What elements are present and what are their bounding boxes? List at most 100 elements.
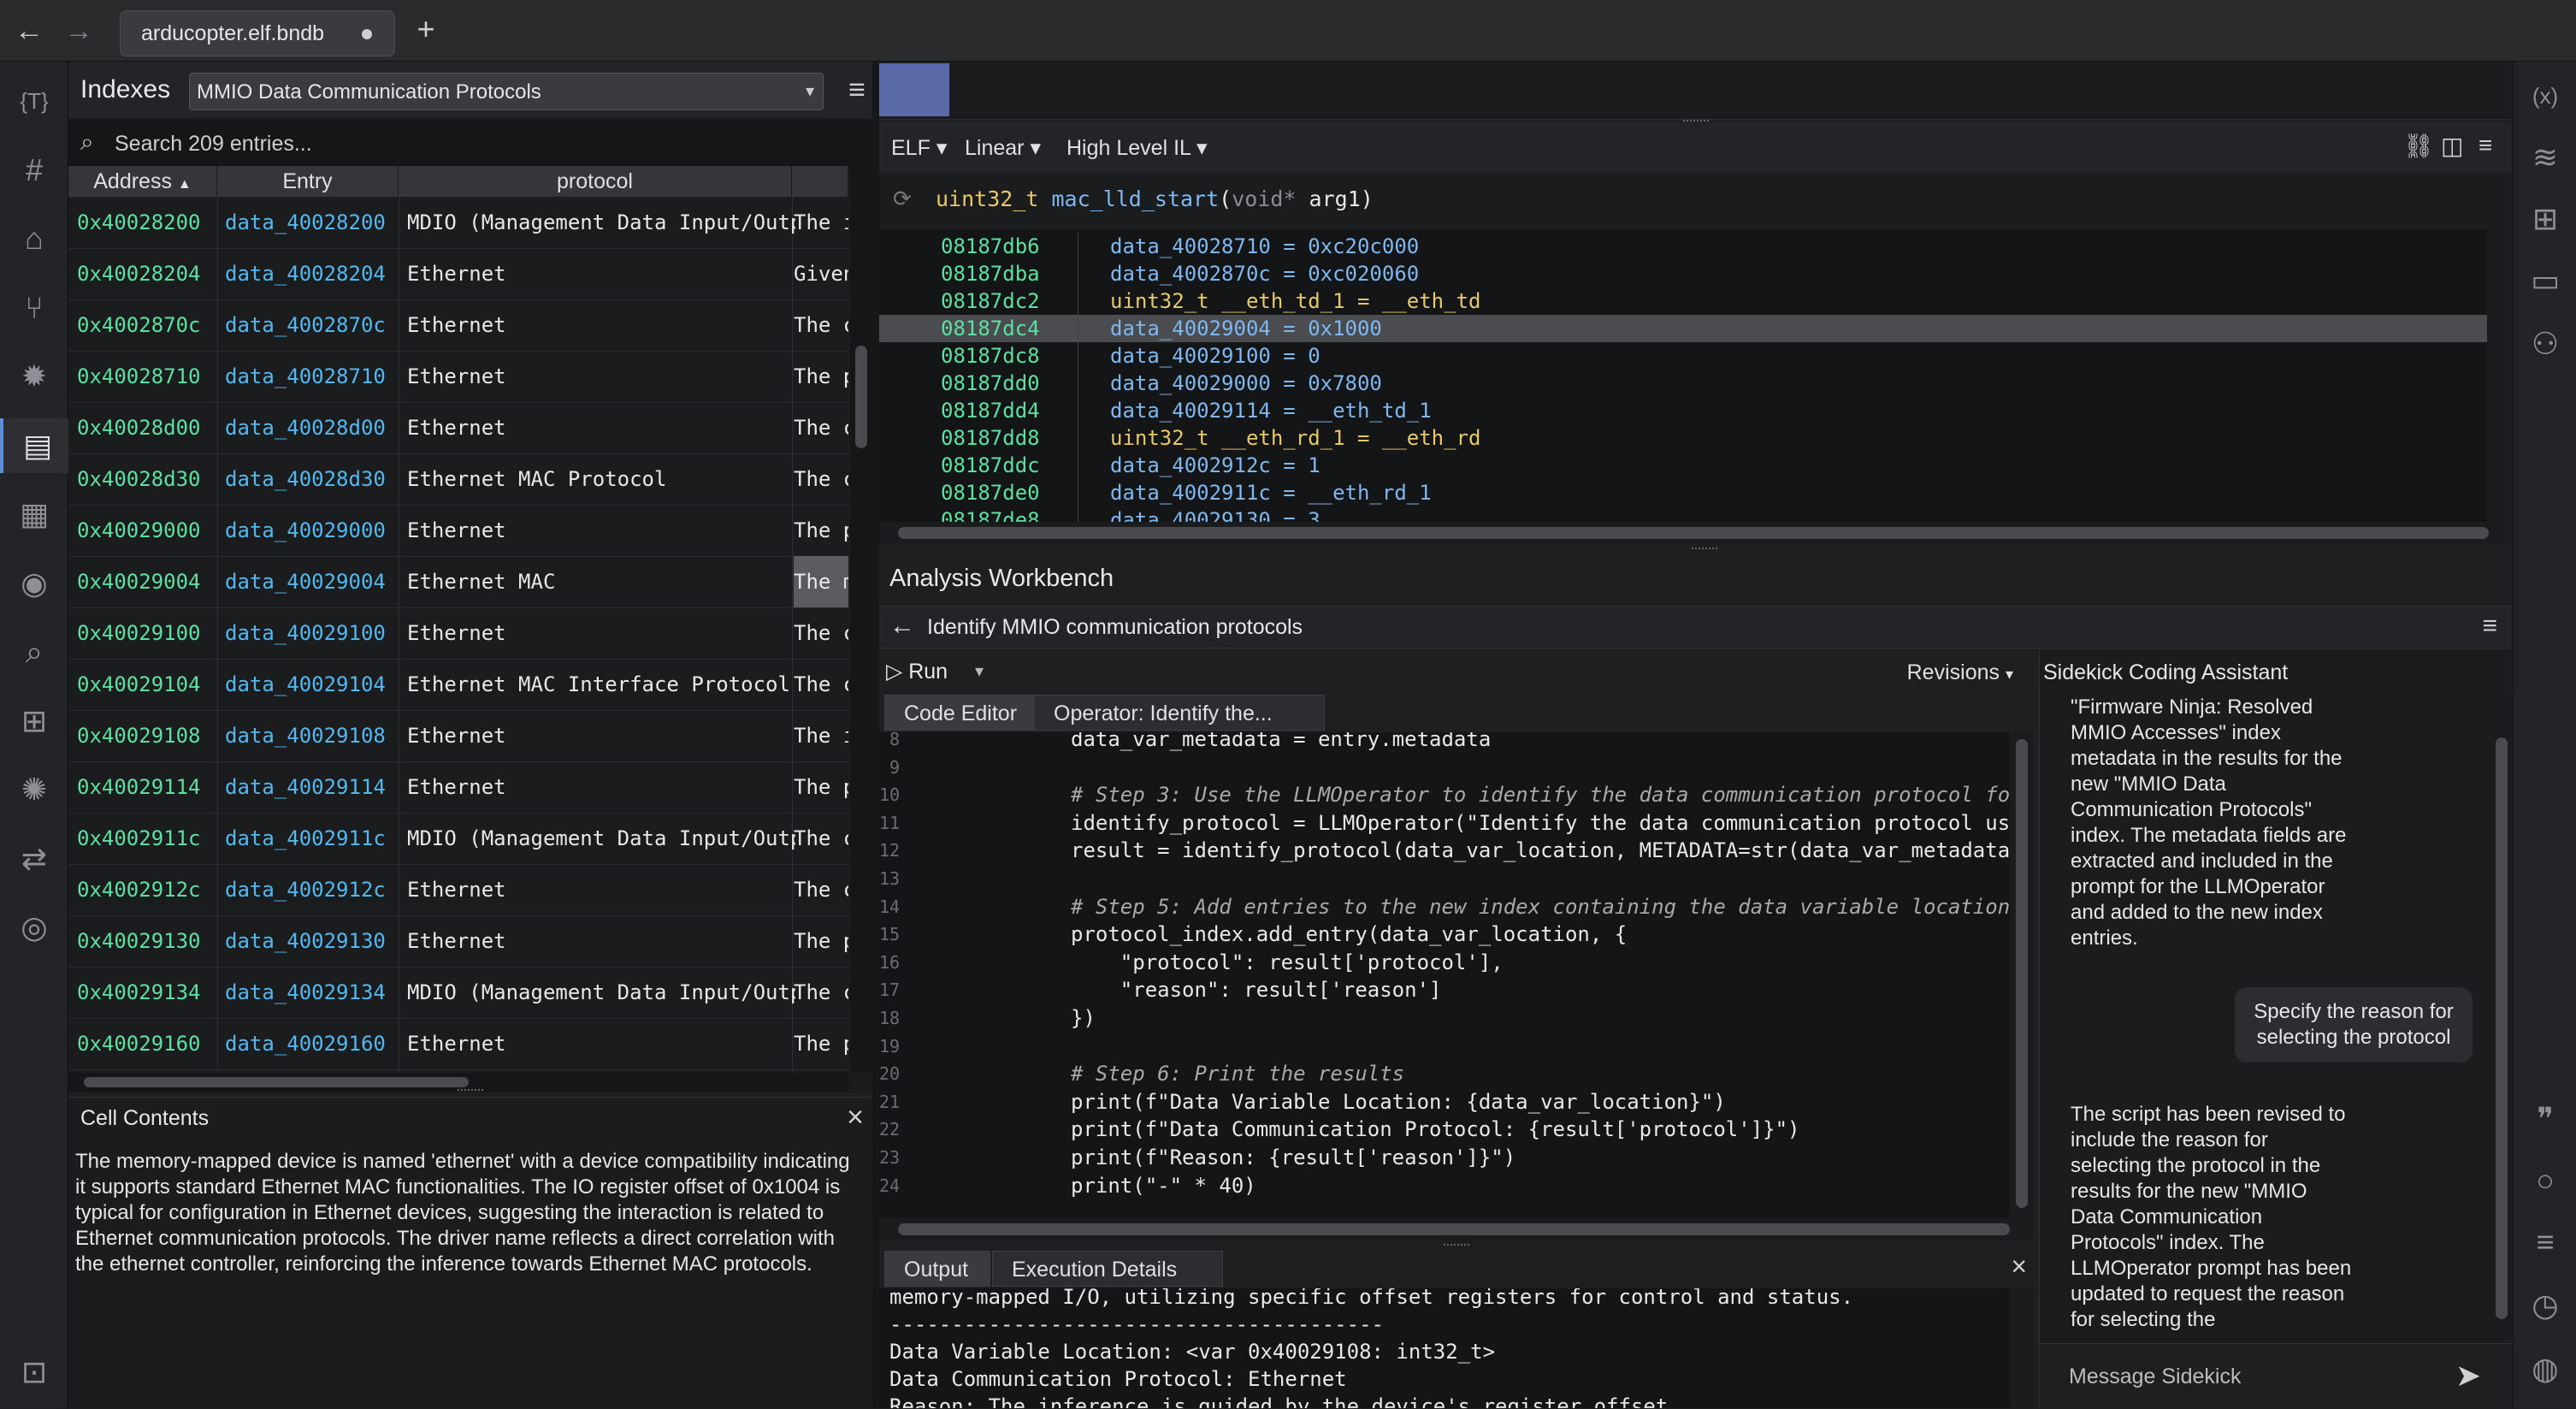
listing-line[interactable]: 08187db6 data_40028710 = 0xc20c000 [879, 233, 2487, 260]
close-icon[interactable]: × [847, 1101, 864, 1134]
bug-icon[interactable]: ✹ [0, 349, 68, 404]
protocol-cell[interactable]: Ethernet [407, 607, 795, 659]
protocol-cell[interactable]: Ethernet [407, 351, 795, 402]
table-row[interactable]: 0x40029100data_40029100EthernetThe c [68, 607, 848, 660]
file-tab[interactable]: arducopter.elf.bndb [120, 10, 395, 56]
address-cell[interactable]: 0x40029160 [77, 1018, 214, 1069]
robot-icon[interactable]: ◉ [0, 556, 68, 611]
entry-cell[interactable]: data_40028d30 [225, 453, 396, 505]
address-cell[interactable]: 0x40028d00 [77, 402, 214, 453]
editor-code[interactable]: "protocol": result['protocol'], [1071, 949, 1504, 976]
protocol-cell[interactable]: Ethernet [407, 864, 795, 915]
line-code[interactable]: data_40029004 = 0x1000 [1110, 315, 1382, 342]
index-select-dropdown[interactable]: MMIO Data Communication Protocols ▾ [189, 73, 824, 110]
entry-cell[interactable]: data_4002870c [225, 299, 396, 351]
address-cell[interactable]: 0x40028d30 [77, 453, 214, 505]
editor-vertical-scrollbar[interactable] [2010, 732, 2034, 1218]
doc-lines-icon[interactable]: ≡ [2514, 1215, 2576, 1270]
address-cell[interactable]: 0x40029134 [77, 967, 214, 1018]
editor-horizontal-scrollbar[interactable] [879, 1218, 2034, 1246]
users-icon[interactable]: ⚇ [2514, 317, 2576, 371]
editor-line[interactable]: 16 "protocol": result['protocol'], [879, 949, 2010, 976]
close-icon[interactable]: × [2011, 1251, 2027, 1282]
listing-line[interactable]: 08187ddc data_4002912c = 1 [879, 452, 2487, 479]
column-header-reason[interactable] [792, 166, 848, 197]
table-row[interactable]: 0x40028710data_40028710EthernetThe p [68, 351, 848, 403]
listing-line[interactable]: 08187dd0 data_40029000 = 0x7800 [879, 370, 2487, 397]
line-code[interactable]: data_40028710 = 0xc20c000 [1110, 233, 1419, 260]
editor-line[interactable]: 22 print(f"Data Communication Protocol: {… [879, 1116, 2010, 1143]
tab-operator[interactable]: Operator: Identify the... [1034, 695, 1325, 731]
search-doc-icon[interactable]: ⌕ [0, 625, 68, 679]
address-cell[interactable]: 0x40029104 [77, 659, 214, 710]
line-code[interactable]: data_40029114 = __eth_td_1 [1110, 397, 1432, 424]
new-tab-button[interactable]: + [409, 12, 443, 46]
protocol-cell[interactable]: Ethernet MAC [407, 556, 795, 607]
reason-cell[interactable]: The c [794, 299, 848, 351]
history-icon[interactable]: ◷ [2514, 1278, 2576, 1333]
column-header-entry[interactable]: Entry [217, 166, 399, 197]
editor-code[interactable]: print(f"Data Communication Protocol: {re… [1071, 1116, 1800, 1143]
line-code[interactable]: uint32_t __eth_td_1 = __eth_td [1110, 287, 1480, 315]
resize-handle[interactable] [1444, 1244, 1469, 1249]
reason-cell[interactable]: The i [794, 710, 848, 761]
address-cell[interactable]: 0x40029108 [77, 710, 214, 761]
format-dropdown[interactable]: ELF ▾ [891, 135, 947, 161]
table-row[interactable]: 0x40029004data_40029004Ethernet MACThe m [68, 556, 848, 608]
editor-code[interactable]: # Step 6: Print the results [1071, 1060, 1404, 1087]
sidekick-input[interactable]: Message Sidekick ➤ [2040, 1343, 2512, 1409]
editor-code[interactable]: }) [1071, 1004, 1096, 1032]
protocol-cell[interactable]: Ethernet [407, 915, 795, 967]
chip-icon[interactable]: ▦ [0, 487, 68, 542]
protocol-cell[interactable]: Ethernet [407, 248, 795, 299]
listing-line[interactable]: 08187dba data_4002870c = 0xc020060 [879, 260, 2487, 287]
resize-handle[interactable] [458, 1089, 483, 1094]
table-row[interactable]: 0x4002912cdata_4002912cEthernetThe c [68, 864, 848, 916]
entry-cell[interactable]: data_40029104 [225, 659, 396, 710]
vertical-splitter[interactable] [872, 62, 879, 1408]
entry-cell[interactable]: data_40029100 [225, 607, 396, 659]
variables-icon[interactable]: (x) [2514, 68, 2576, 123]
line-code[interactable]: data_4002911c = __eth_rd_1 [1110, 479, 1432, 506]
hierarchy-icon[interactable]: ⊞ [0, 694, 68, 749]
reason-cell[interactable]: The c [794, 402, 848, 453]
reason-cell[interactable]: The c [794, 967, 848, 1018]
run-button[interactable]: ▷ Run [886, 659, 948, 684]
reason-cell[interactable]: Given [794, 248, 848, 299]
editor-line[interactable]: 20 # Step 6: Print the results [879, 1060, 2010, 1087]
address-cell[interactable]: 0x40028200 [77, 197, 214, 248]
protocol-cell[interactable]: Ethernet MAC Interface Protocol [407, 659, 795, 710]
link-icon[interactable]: ⛓ [2403, 132, 2434, 160]
address-cell[interactable]: 0x40029000 [77, 505, 214, 556]
output-vertical-scrollbar[interactable] [2010, 1288, 2034, 1408]
scroll-thumb[interactable] [2496, 737, 2508, 1319]
table-row[interactable]: 0x40029108data_40029108EthernetThe i [68, 710, 848, 762]
forward-arrow-icon[interactable]: → [60, 12, 97, 50]
back-arrow-icon[interactable]: ← [10, 12, 48, 50]
table-row[interactable]: 0x40029130data_40029130EthernetThe p [68, 915, 848, 968]
protocol-cell[interactable]: MDIO (Management Data Input/Outp [407, 813, 795, 864]
message-input[interactable]: Message Sidekick [2069, 1365, 2241, 1389]
editor-line[interactable]: 11 identify_protocol = LLMOperator("Ident… [879, 809, 2010, 837]
address-cell[interactable]: 0x40029004 [77, 556, 214, 607]
editor-code[interactable]: print("-" * 40) [1071, 1172, 1256, 1199]
sidekick-scrollbar[interactable] [2491, 695, 2512, 1338]
terminal-icon[interactable]: ⊡ [0, 1345, 68, 1400]
table-row[interactable]: 0x4002911c data_4002911c MDIO (Management … [68, 813, 848, 865]
tab-code-editor[interactable]: Code Editor [884, 695, 1043, 731]
split-view-icon[interactable]: ◫ [2441, 132, 2463, 160]
line-code[interactable]: data_4002870c = 0xc020060 [1110, 260, 1419, 287]
scroll-thumb[interactable] [855, 346, 867, 448]
entry-cell[interactable]: data_40029004 [225, 556, 396, 607]
protocol-cell[interactable]: MDIO (Management Data Input/Outp [407, 967, 795, 1018]
listing-line[interactable]: 08187dc2 uint32_t __eth_td_1 = __eth_td [879, 287, 2487, 315]
table-row[interactable]: 0x40028d00data_40028d00EthernetThe c [68, 402, 848, 454]
listing-line[interactable]: 08187dc8 data_40029100 = 0 [879, 342, 2487, 370]
index-search-bar[interactable]: ⌕ Search 209 entries... [68, 120, 872, 166]
protocol-cell[interactable]: Ethernet [407, 505, 795, 556]
hamburger-menu-icon[interactable]: ≡ [2479, 132, 2492, 159]
editor-code[interactable]: result = identify_protocol(data_var_loca… [1071, 837, 2010, 864]
listing-line[interactable]: 08187de8 data_40029130 = 3 [879, 506, 2487, 522]
table-row[interactable]: 0x40028d30 data_40028d30 Ethernet MAC Prot… [68, 453, 848, 506]
reason-cell[interactable]: The p [794, 351, 848, 402]
